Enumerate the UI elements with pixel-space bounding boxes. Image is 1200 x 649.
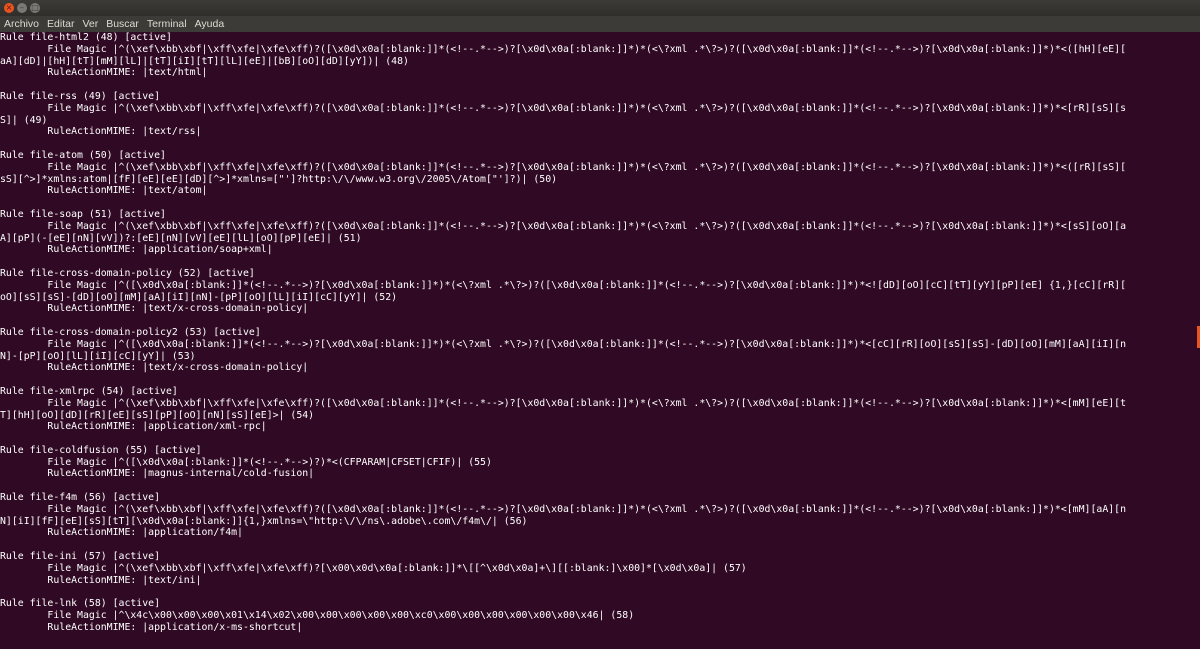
terminal-line: oO][sS][sS]-[dD][oO][mM][aA][iI][nN]-[pP…: [0, 291, 398, 303]
terminal-line: S]| (49): [0, 114, 48, 126]
terminal-line: Rule file-ini (57) [active]: [0, 551, 161, 563]
terminal-line: File Magic |^(\xef\xbb\xbf|\xff\xfe|\xfe…: [0, 161, 1127, 173]
terminal-line: File Magic |^([\x0d\x0a[:blank:]]*(<!--.…: [0, 456, 492, 468]
terminal-line: Rule file-xmlrpc (54) [active]: [0, 385, 178, 397]
terminal-line: RuleActionMIME: |text/x-cross-domain-pol…: [0, 303, 309, 315]
terminal-line: RuleActionMIME: |application/xml-rpc|: [0, 421, 267, 433]
menu-archivo[interactable]: Archivo: [0, 18, 43, 30]
terminal-line: File Magic |^\x4c\x00\x00\x00\x01\x14\x0…: [0, 610, 635, 622]
terminal-line: RuleActionMIME: |text/x-cross-domain-pol…: [0, 362, 309, 374]
terminal-line: sS][^>]*xmlns:atom|[fF][eE][eE][dD][^>]*…: [0, 173, 558, 185]
terminal-line: RuleActionMIME: |application/x-ms-shortc…: [0, 621, 303, 633]
terminal-line: File Magic |^(\xef\xbb\xbf|\xff\xfe|\xfe…: [0, 43, 1127, 55]
menu-buscar[interactable]: Buscar: [102, 18, 143, 30]
window-titlebar: × – □: [0, 0, 1200, 16]
terminal-line: RuleActionMIME: |application/soap+xml|: [0, 244, 273, 256]
menu-terminal[interactable]: Terminal: [143, 18, 191, 30]
terminal-line: RuleActionMIME: |magnus-internal/cold-fu…: [0, 468, 315, 480]
terminal-line: Rule file-html2 (48) [active]: [0, 32, 172, 43]
terminal-line: RuleActionMIME: |application/f4m|: [0, 527, 243, 539]
terminal-line: RuleActionMIME: |text/rss|: [0, 126, 202, 138]
terminal-line: Rule file-rss (49) [active]: [0, 90, 161, 102]
maximize-window-button[interactable]: □: [30, 3, 40, 13]
terminal-line: N]-[pP][oO][lL][iI][cC][yY]| (53): [0, 350, 196, 362]
terminal-line: N][iI][fF][eE][sS][tT][\x0d\x0a[:blank:]…: [0, 515, 528, 527]
terminal-line: Rule file-cross-domain-policy2 (53) [act…: [0, 326, 261, 338]
terminal-output[interactable]: Rule file-html2 (48) [active] File Magic…: [0, 32, 1190, 649]
close-window-button[interactable]: ×: [4, 3, 14, 13]
terminal-line: Rule file-f4m (56) [active]: [0, 492, 161, 504]
terminal-line: RuleActionMIME: |text/ini|: [0, 574, 202, 586]
menu-ver[interactable]: Ver: [78, 18, 102, 30]
terminal-line: File Magic |^(\xef\xbb\xbf|\xff\xfe|\xfe…: [0, 220, 1127, 232]
terminal-line: File Magic |^([\x0d\x0a[:blank:]]*(<!--.…: [0, 279, 1127, 291]
terminal-line: File Magic |^(\xef\xbb\xbf|\xff\xfe|\xfe…: [0, 503, 1127, 515]
terminal-line: Rule file-cross-domain-policy (52) [acti…: [0, 267, 255, 279]
terminal-line: File Magic |^(\xef\xbb\xbf|\xff\xfe|\xfe…: [0, 397, 1127, 409]
terminal-line: Rule file-coldfusion (55) [active]: [0, 444, 202, 456]
terminal-line: File Magic |^([\x0d\x0a[:blank:]]*(<!--.…: [0, 338, 1127, 350]
terminal-line: RuleActionMIME: |text/html|: [0, 67, 208, 79]
menubar: Archivo Editar Ver Buscar Terminal Ayuda: [0, 16, 1200, 32]
terminal-line: Rule file-soap (51) [active]: [0, 208, 166, 220]
terminal-line: File Magic |^(\xef\xbb\xbf|\xff\xfe|\xfe…: [0, 102, 1127, 114]
menu-ayuda[interactable]: Ayuda: [191, 18, 229, 30]
terminal-window: × – □ Archivo Editar Ver Buscar Terminal…: [0, 0, 1200, 649]
terminal-line: Rule file-atom (50) [active]: [0, 149, 166, 161]
menu-editar[interactable]: Editar: [43, 18, 78, 30]
terminal-line: Rule file-lnk (58) [active]: [0, 598, 161, 610]
terminal-line: RuleActionMIME: |text/atom|: [0, 185, 208, 197]
terminal-line: aA][dD]|[hH][tT][mM][lL]|[tT][iI][tT][lL…: [0, 55, 409, 67]
terminal-line: File Magic |^(\xef\xbb\xbf|\xff\xfe|\xfe…: [0, 562, 747, 574]
terminal-line: T][hH][oO][dD][rR][eE][sS][pP][oO][nN][s…: [0, 409, 315, 421]
terminal-line: A][pP](-[eE][nN][vV])?:[eE][nN][vV][eE][…: [0, 232, 362, 244]
minimize-window-button[interactable]: –: [17, 3, 27, 13]
